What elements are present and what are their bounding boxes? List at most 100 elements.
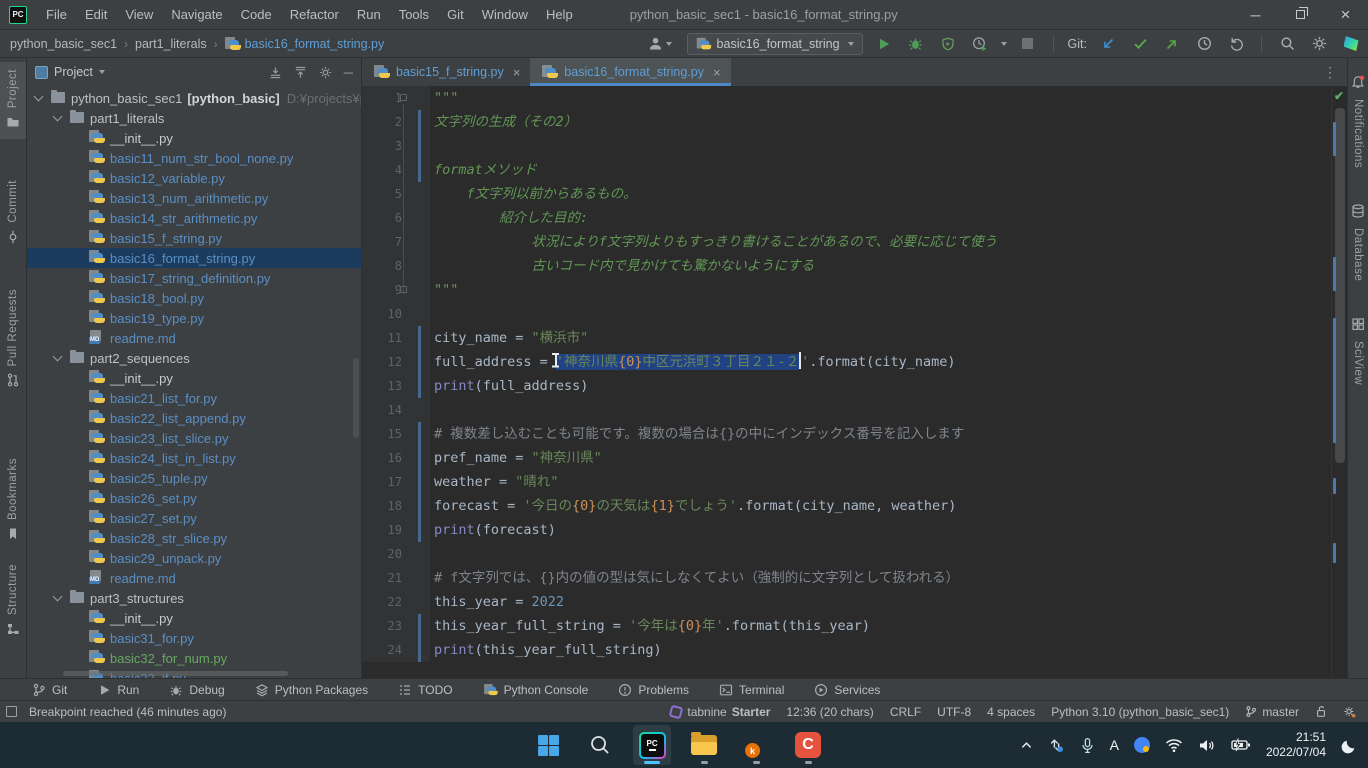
tree-item-basic16-format-string-py[interactable]: basic16_format_string.py: [27, 248, 361, 268]
history-button[interactable]: [1193, 33, 1215, 55]
stripe-button-pull-requests[interactable]: Pull Requests: [0, 282, 26, 397]
focus-assist-moon-icon[interactable]: [1341, 737, 1358, 754]
profiler-button[interactable]: [969, 33, 991, 55]
close-button[interactable]: ×: [1323, 0, 1368, 30]
unlock-icon[interactable]: [1315, 705, 1327, 718]
tree-item-part3-structures[interactable]: part3_structures: [27, 588, 361, 608]
tree-item-readme-md[interactable]: readme.md: [27, 568, 361, 588]
chevron-down-icon[interactable]: [53, 112, 63, 122]
code-line-24[interactable]: 24print(this_year_full_string): [362, 638, 1347, 662]
menu-navigate[interactable]: Navigate: [162, 0, 231, 30]
inspections-ok-icon[interactable]: ✔: [1334, 89, 1344, 103]
run-configuration-select[interactable]: basic16_format_string: [687, 33, 863, 55]
run-button[interactable]: [873, 33, 895, 55]
tree-item-basic24-list-in-list-py[interactable]: basic24_list_in_list.py: [27, 448, 361, 468]
line-separator[interactable]: CRLF: [890, 705, 921, 719]
code-line-14[interactable]: 14: [362, 398, 1347, 422]
code-line-20[interactable]: 20: [362, 542, 1347, 566]
tool-window-button-git[interactable]: Git: [32, 683, 67, 697]
stripe-button-sciview[interactable]: SciView: [1348, 310, 1368, 392]
tray-chevron-up-icon[interactable]: [1020, 739, 1033, 752]
menu-code[interactable]: Code: [232, 0, 281, 30]
tree-item-part2-sequences[interactable]: part2_sequences: [27, 348, 361, 368]
tree-item-basic13-num-arithmetic-py[interactable]: basic13_num_arithmetic.py: [27, 188, 361, 208]
code-line-17[interactable]: 17weather = "晴れ": [362, 470, 1347, 494]
tool-window-button-todo[interactable]: TODO: [398, 683, 452, 697]
close-icon[interactable]: ×: [713, 65, 721, 80]
user-profile-button[interactable]: [643, 33, 677, 55]
code-line-4[interactable]: 4formatメソッド: [362, 158, 1347, 182]
code-line-5[interactable]: 5 f文字列以前からあるもの。: [362, 182, 1347, 206]
tree-horizontal-scrollbar[interactable]: [63, 671, 288, 676]
sync-icon[interactable]: [1048, 737, 1065, 754]
menu-window[interactable]: Window: [473, 0, 537, 30]
tree-item-readme-md[interactable]: readme.md: [27, 328, 361, 348]
code-line-7[interactable]: 7 状況によりf文字列よりもすっきり書けることがあるので、必要に応じて使う: [362, 230, 1347, 254]
code-line-2[interactable]: 2文字列の生成（その2）: [362, 110, 1347, 134]
menu-refactor[interactable]: Refactor: [281, 0, 348, 30]
tab-basic15-f-string-py[interactable]: basic15_f_string.py×: [362, 58, 530, 86]
code-line-8[interactable]: 8 古いコード内で見かけても驚かないようにする: [362, 254, 1347, 278]
commit-button[interactable]: [1129, 33, 1151, 55]
tree-item-basic15-f-string-py[interactable]: basic15_f_string.py: [27, 228, 361, 248]
editor-options-kebab-icon[interactable]: ⋮: [1313, 58, 1347, 86]
collapse-all-icon[interactable]: [294, 66, 307, 79]
start-button[interactable]: [529, 725, 567, 765]
code-line-11[interactable]: 11city_name = "横浜市": [362, 326, 1347, 350]
tree-item-basic11-num-str-bool-none-py[interactable]: basic11_num_str_bool_none.py: [27, 148, 361, 168]
python-interpreter[interactable]: Python 3.10 (python_basic_sec1): [1051, 705, 1229, 719]
tool-window-button-run[interactable]: Run: [97, 683, 139, 697]
editor-vertical-scrollbar[interactable]: [1335, 108, 1345, 463]
code-line-10[interactable]: 10: [362, 302, 1347, 326]
tool-window-button-python-packages[interactable]: Python Packages: [255, 683, 368, 697]
rollback-button[interactable]: [1225, 33, 1247, 55]
code-line-9[interactable]: 9""": [362, 278, 1347, 302]
wifi-icon[interactable]: [1165, 738, 1183, 753]
status-message[interactable]: Breakpoint reached (46 minutes ago): [29, 705, 226, 719]
stripe-button-commit[interactable]: Commit: [0, 173, 26, 254]
tree-item-basic32-for-num-py[interactable]: basic32_for_num.py: [27, 648, 361, 668]
stop-button[interactable]: [1017, 33, 1039, 55]
tool-window-button-python-console[interactable]: Python Console: [483, 683, 589, 697]
chevron-down-icon[interactable]: [99, 70, 105, 74]
caret-position[interactable]: 12:36 (20 chars): [786, 705, 873, 719]
tree-item-init-py[interactable]: __init__.py: [27, 128, 361, 148]
taskbar-pycharm-button[interactable]: PC: [633, 725, 671, 765]
hide-panel-button[interactable]: ─: [344, 65, 353, 80]
taskbar-explorer-button[interactable]: [685, 725, 723, 765]
menu-tools[interactable]: Tools: [390, 0, 438, 30]
taskbar-chrome-button[interactable]: k: [737, 725, 775, 765]
tree-item-part1-literals[interactable]: part1_literals: [27, 108, 361, 128]
breadcrumb-item-python-basic-sec1[interactable]: python_basic_sec1: [10, 37, 117, 51]
ime-indicator[interactable]: A: [1110, 737, 1119, 753]
change-stripe-mark[interactable]: [1333, 257, 1336, 291]
file-encoding[interactable]: UTF-8: [937, 705, 971, 719]
tree-item-init-py[interactable]: __init__.py: [27, 608, 361, 628]
stripe-button-database[interactable]: Database: [1348, 197, 1368, 288]
tabnine-status[interactable]: tabnine Starter: [670, 705, 770, 719]
change-stripe-mark[interactable]: [1333, 478, 1336, 494]
tree-item-basic27-set-py[interactable]: basic27_set.py: [27, 508, 361, 528]
tool-window-button-problems[interactable]: Problems: [618, 683, 689, 697]
tree-item-init-py[interactable]: __init__.py: [27, 368, 361, 388]
menu-help[interactable]: Help: [537, 0, 582, 30]
menu-view[interactable]: View: [116, 0, 162, 30]
tree-item-basic14-str-arithmetic-py[interactable]: basic14_str_arithmetic.py: [27, 208, 361, 228]
tree-vertical-scrollbar[interactable]: [353, 358, 359, 438]
code-line-22[interactable]: 22this_year = 2022: [362, 590, 1347, 614]
tree-item-basic21-list-for-py[interactable]: basic21_list_for.py: [27, 388, 361, 408]
settings-button[interactable]: [1308, 33, 1330, 55]
battery-icon[interactable]: [1231, 738, 1251, 752]
taskbar-camtasia-button[interactable]: C: [789, 725, 827, 765]
microphone-icon[interactable]: [1080, 737, 1095, 754]
code-editor[interactable]: 1"""2文字列の生成（その2）34formatメソッド5 f文字列以前からある…: [362, 86, 1347, 678]
tool-window-button-services[interactable]: Services: [814, 683, 880, 697]
minimize-button[interactable]: ─: [1233, 0, 1278, 30]
tree-item-python-basic-sec1[interactable]: python_basic_sec1[python_basic]D:¥projec…: [27, 88, 361, 108]
code-line-15[interactable]: 15# 複数差し込むことも可能です。複数の場合は{}の中にインデックス番号を記入…: [362, 422, 1347, 446]
more-run-options-chevron-icon[interactable]: [1001, 42, 1007, 46]
google-drive-icon[interactable]: [1134, 737, 1150, 753]
tool-window-button-debug[interactable]: Debug: [169, 683, 224, 697]
tool-window-button-terminal[interactable]: Terminal: [719, 683, 784, 697]
notifications-gear-icon[interactable]: [1343, 705, 1356, 718]
